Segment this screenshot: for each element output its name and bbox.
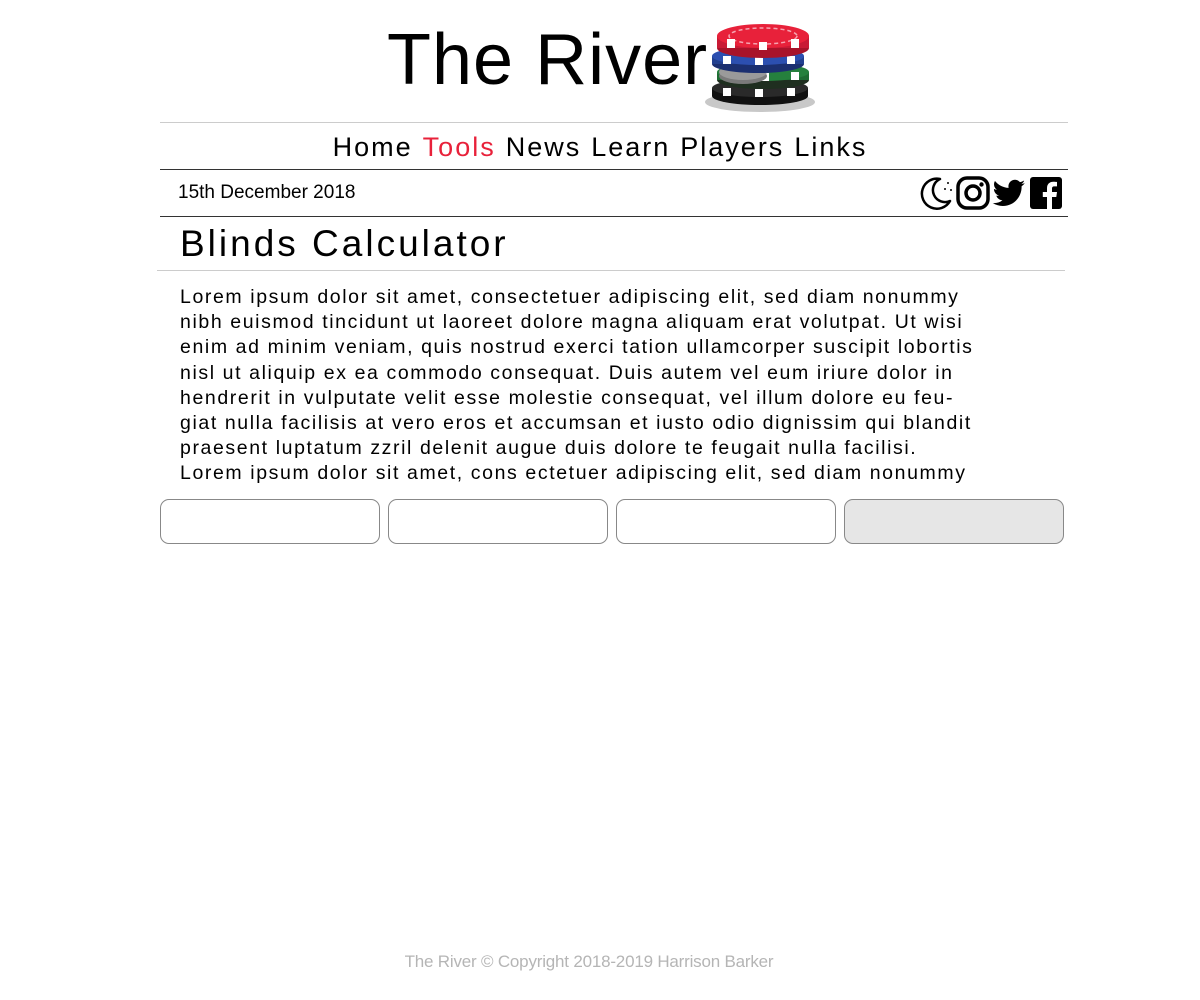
nav-item-news[interactable]: News bbox=[506, 132, 582, 163]
calculator-option-button-2[interactable] bbox=[388, 499, 608, 544]
nav-item-learn[interactable]: Learn bbox=[591, 132, 670, 163]
title-divider bbox=[157, 270, 1065, 271]
intro-paragraph: Lorem ipsum dolor sit amet, consectetuer… bbox=[180, 285, 1050, 487]
paragraph-line: nisl ut aliquip ex ea commodo consequat.… bbox=[180, 361, 954, 384]
dark-mode-moon-icon[interactable] bbox=[918, 175, 954, 211]
paragraph-line: enim ad minim veniam, quis nostrud exerc… bbox=[180, 336, 974, 359]
paragraph-line: giat nulla facilisis at vero eros et acc… bbox=[180, 412, 972, 435]
paragraph-line: Lorem ipsum dolor sit amet, cons ectetue… bbox=[180, 462, 967, 485]
paragraph-line: hendrerit in vulputate velit esse molest… bbox=[180, 386, 955, 409]
nav-divider bbox=[160, 169, 1068, 170]
twitter-icon[interactable] bbox=[991, 175, 1027, 211]
site-header: The River bbox=[0, 0, 1200, 120]
poker-chips-icon[interactable] bbox=[703, 14, 818, 114]
nav-item-home[interactable]: Home bbox=[333, 132, 413, 163]
paragraph-line: Lorem ipsum dolor sit amet, consectetuer… bbox=[180, 286, 960, 308]
page-title: Blinds Calculator bbox=[180, 223, 509, 264]
instagram-icon[interactable] bbox=[955, 175, 991, 211]
calculator-option-button-3[interactable] bbox=[616, 499, 836, 544]
paragraph-line: nibh euismod tincidunt ut laoreet dolore… bbox=[180, 311, 964, 334]
calculator-option-button-4[interactable] bbox=[844, 499, 1064, 544]
nav-item-tools[interactable]: Tools bbox=[423, 132, 496, 163]
page: The River Home Tools News Learn Players … bbox=[0, 0, 1200, 1000]
site-footer: The River © Copyright 2018-2019 Harrison… bbox=[0, 952, 1200, 972]
current-date: 15th December 2018 bbox=[178, 182, 356, 203]
copyright-text: The River © Copyright 2018-2019 Harrison… bbox=[404, 952, 774, 971]
facebook-icon[interactable] bbox=[1028, 175, 1064, 211]
nav-item-players[interactable]: Players bbox=[680, 132, 784, 163]
subheader-divider bbox=[160, 216, 1068, 217]
header-divider bbox=[160, 122, 1068, 123]
nav-item-links[interactable]: Links bbox=[794, 132, 867, 163]
paragraph-line: praesent luptatum zzril delenit augue du… bbox=[180, 437, 918, 460]
calculator-option-button-1[interactable] bbox=[160, 499, 380, 544]
main-nav: Home Tools News Learn Players Links bbox=[0, 126, 1200, 168]
site-title[interactable]: The River bbox=[387, 16, 708, 104]
